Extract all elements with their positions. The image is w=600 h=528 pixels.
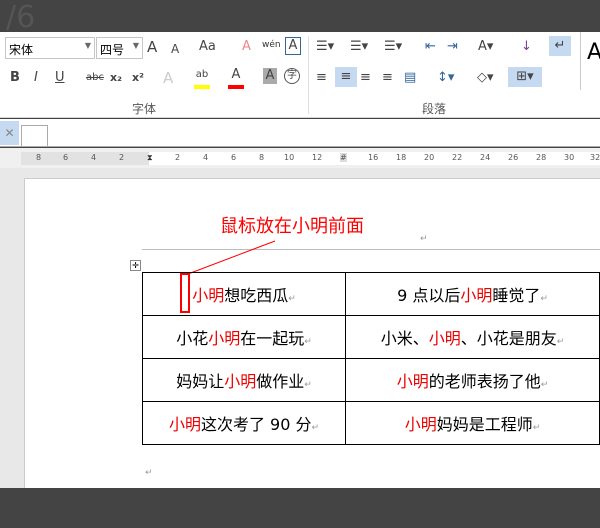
table-cell[interactable]: 小米、小明、小花是朋友↵ [345, 315, 600, 359]
cell-text: 的老师表扬了他 [428, 372, 541, 391]
highlighted-name: 小明 [192, 286, 225, 305]
highlighted-name: 小明 [460, 286, 493, 305]
cell-text: 9 点以后 [397, 286, 461, 305]
status-area [0, 488, 600, 528]
cell-text: 在一起玩 [240, 329, 305, 348]
cell-text: 妈妈让 [176, 372, 225, 391]
highlighted-name: 小明 [428, 329, 461, 348]
cell-mark: ↵ [532, 423, 541, 433]
cell-mark: ↵ [288, 294, 296, 304]
cell-mark: ↵ [540, 294, 548, 304]
highlighted-name: 小明 [404, 415, 437, 434]
cell-mark: ↵ [556, 337, 565, 347]
table-cell[interactable]: 9 点以后小明睡觉了↵ [345, 272, 600, 316]
annotation-arrow [180, 240, 276, 313]
table-cell[interactable]: 小明的老师表扬了他↵ [345, 358, 600, 402]
table-cell[interactable]: 小明妈妈是工程师↵ [345, 401, 600, 445]
table-row: 妈妈让小明做作业↵ 小明的老师表扬了他↵ [141, 358, 600, 402]
paragraph-mark: ↵ [145, 468, 153, 478]
table-cell[interactable]: 小明想吃西瓜↵ [141, 272, 347, 316]
cell-text: 小米、 [380, 329, 429, 348]
cell-mark: ↵ [304, 380, 312, 390]
cell-text: 睡觉了 [492, 286, 541, 305]
table-row: 小明想吃西瓜↵ 9 点以后小明睡觉了↵ [141, 272, 600, 316]
cell-text: 妈妈是工程师 [436, 415, 533, 434]
table-cell[interactable]: 小花小明在一起玩↵ [141, 315, 347, 359]
cell-text: 想吃西瓜 [224, 286, 289, 305]
cell-text: 小花 [176, 329, 209, 348]
highlighted-name: 小明 [224, 372, 257, 391]
table-cell[interactable]: 小明这次考了 90 分↵ [141, 401, 347, 445]
highlighted-name: 小明 [396, 372, 429, 391]
content-table: 小明想吃西瓜↵ 9 点以后小明睡觉了↵ 小花小明在一起玩↵ 小米、小明、小花是朋友↵ 妈… [141, 272, 600, 445]
table-cell[interactable]: 妈妈让小明做作业↵ [141, 358, 347, 402]
highlighted-name: 小明 [208, 329, 241, 348]
cell-text: 做作业 [256, 372, 305, 391]
cell-text: 、小花是朋友 [460, 329, 557, 348]
table-row: 小花小明在一起玩↵ 小米、小明、小花是朋友↵ [141, 315, 600, 359]
cell-text: 这次考了 90 分 [200, 415, 312, 434]
cell-mark: ↵ [304, 337, 312, 347]
cell-mark: ↵ [311, 423, 320, 433]
highlighted-name: 小明 [168, 415, 201, 434]
table-row: 小明这次考了 90 分↵ 小明妈妈是工程师↵ [141, 401, 600, 445]
cell-mark: ↵ [540, 380, 549, 390]
